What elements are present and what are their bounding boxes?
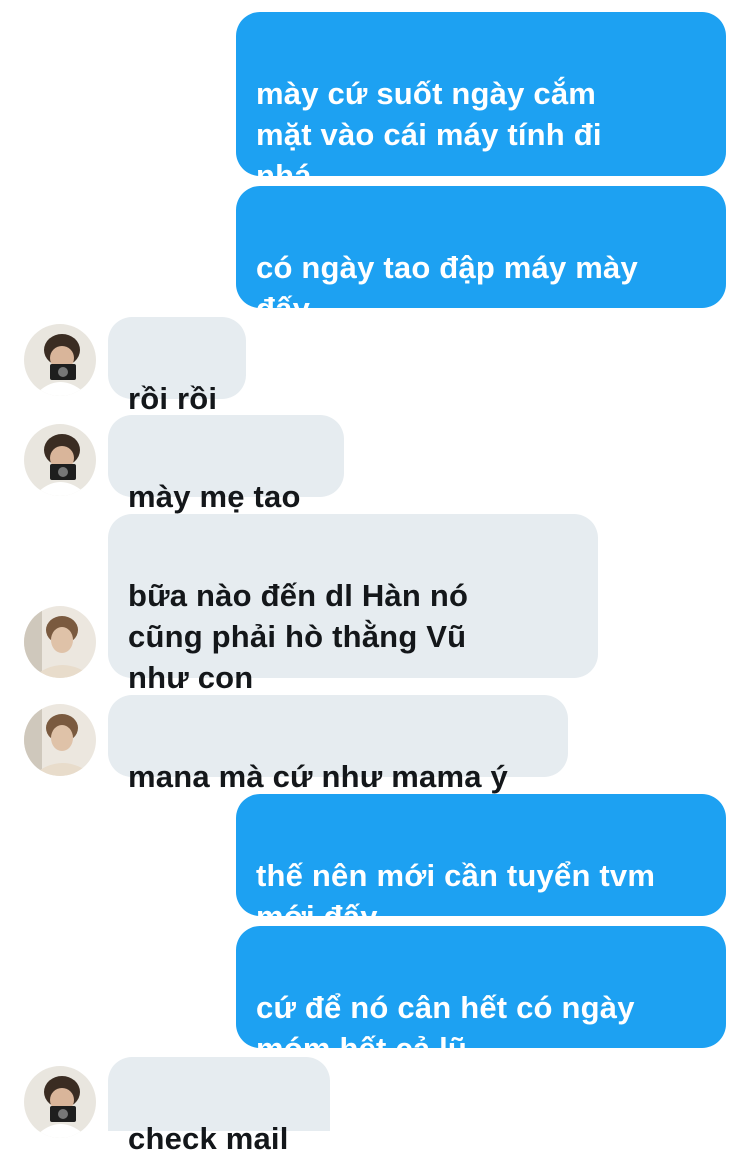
message-text: bữa nào đến dl Hàn nó cũng phải hò thằng… (128, 578, 469, 695)
message-text: mày mẹ tao (128, 479, 301, 514)
message-text: check mail (128, 1121, 289, 1156)
message-text: thế nên mới cần tuyển tvm mới đấy (256, 858, 656, 934)
message-text: có ngày tao đập máy mày đấy (256, 250, 638, 326)
avatar-camera-icon[interactable] (24, 424, 96, 496)
message-text: mana mà cứ như mama ý (128, 759, 508, 794)
avatar-camera-icon[interactable] (24, 324, 96, 396)
incoming-message-bubble[interactable]: rồi rồi (108, 317, 246, 416)
incoming-message-bubble[interactable]: mana mà cứ như mama ý (108, 695, 568, 794)
message-text: mày cứ suốt ngày cắm mặt vào cái máy tín… (256, 76, 602, 193)
outgoing-message-bubble[interactable]: cứ để nó cân hết có ngày móm hết cả lũ (236, 926, 726, 1066)
incoming-message-bubble[interactable]: bữa nào đến dl Hàn nó cũng phải hò thằng… (108, 514, 598, 695)
outgoing-message-bubble[interactable]: thế nên mới cần tuyển tvm mới đấy (236, 794, 726, 934)
message-text: rồi rồi (128, 381, 218, 416)
avatar-selfie-icon[interactable] (24, 704, 96, 776)
message-text: cứ để nó cân hết có ngày móm hết cả lũ (256, 990, 635, 1066)
avatar-camera-icon[interactable] (24, 1066, 96, 1138)
incoming-message-bubble[interactable]: check mail (108, 1057, 330, 1156)
avatar-selfie-icon[interactable] (24, 606, 96, 678)
incoming-message-bubble[interactable]: mày mẹ tao (108, 415, 344, 514)
outgoing-message-bubble[interactable]: có ngày tao đập máy mày đấy (236, 186, 726, 326)
outgoing-message-bubble[interactable]: mày cứ suốt ngày cắm mặt vào cái máy tín… (236, 12, 726, 193)
